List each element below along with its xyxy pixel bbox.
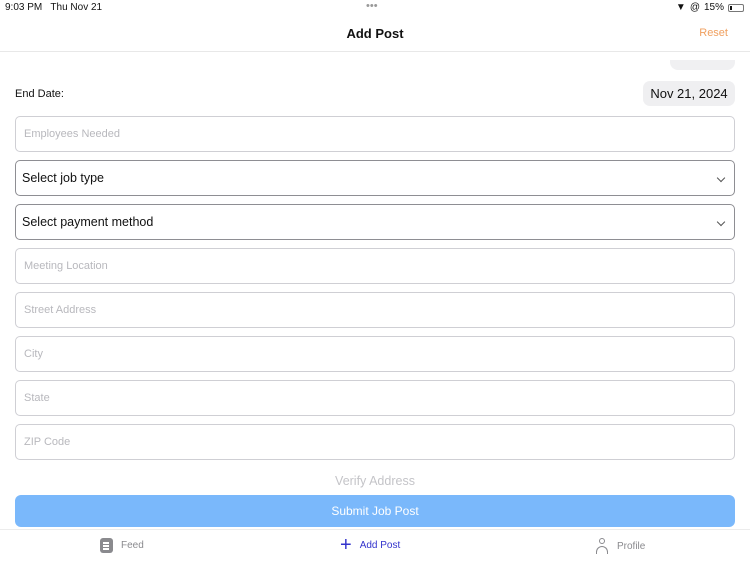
time: 9:03 PM [5,2,43,13]
tab-label: Feed [121,540,144,551]
meeting-location-input[interactable]: Meeting Location [15,248,735,284]
tab-label: Add Post [359,539,401,551]
chevron-down-icon [716,173,726,183]
street-address-input[interactable]: Street Address [15,292,735,328]
chevron-down-icon [716,217,726,227]
payment-method-value: Select payment method [22,215,154,229]
start-date-pill[interactable] [670,60,735,70]
end-date-picker[interactable]: Nov 21, 2024 [643,81,735,106]
tab-feed[interactable]: Feed [100,538,144,553]
end-date-label: End Date: [15,88,64,100]
status-icons: ▼ @ 15% [676,2,744,13]
person-icon [595,538,609,554]
submit-job-post-button[interactable]: Submit Job Post [15,495,735,527]
zip-code-input[interactable]: ZIP Code [15,424,735,460]
job-type-value: Select job type [22,171,104,185]
city-input[interactable]: City [15,336,735,372]
job-type-select[interactable]: Select job type [15,160,735,196]
multitask-dots[interactable]: ••• [366,0,378,12]
wifi-icon: ▼ [675,2,686,13]
nav-divider [0,51,750,52]
status-time: 9:03 PM Thu Nov 21 [5,2,102,13]
feed-icon [100,538,113,553]
battery-icon [728,3,744,12]
tab-profile[interactable]: Profile [595,538,645,554]
location-icon: @ [689,2,700,13]
tab-add-post[interactable]: + Add Post [340,534,401,556]
plus-icon: + [340,534,352,556]
battery-percent: 15% [703,2,724,13]
tab-label: Profile [617,540,646,552]
state-input[interactable]: State [15,380,735,416]
page-title: Add Post [346,26,404,41]
date: Thu Nov 21 [50,2,103,13]
payment-method-select[interactable]: Select payment method [15,204,735,240]
tab-bar-divider [0,529,750,530]
reset-button[interactable]: Reset [699,27,728,39]
verify-address-button[interactable]: Verify Address [0,474,750,488]
employees-needed-input[interactable]: Employees Needed [15,116,735,152]
